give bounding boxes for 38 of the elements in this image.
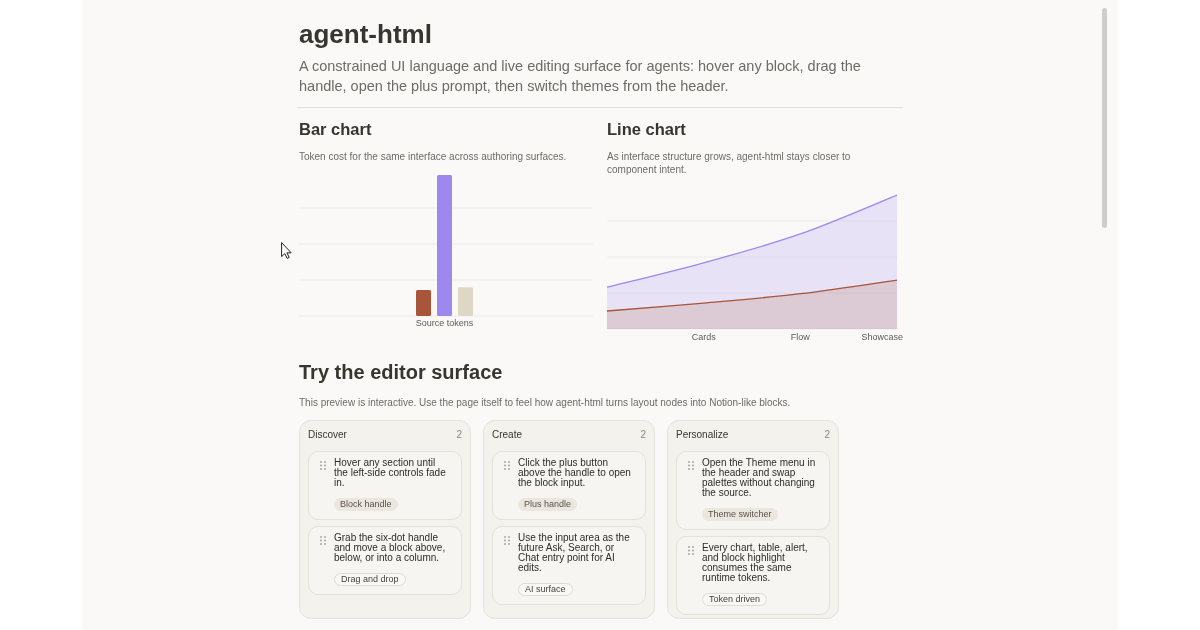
column-count: 2 <box>456 428 462 442</box>
section-heading: Try the editor surface <box>299 360 504 385</box>
page-subtitle: A constrained UI language and live editing surface for agents: hover any block, drag the handle, open the plus prompt, then switch themes from the header. <box>299 57 862 96</box>
drag-handle-icon[interactable] <box>504 536 510 545</box>
column-count: 2 <box>824 428 830 442</box>
page-title: agent-html <box>299 18 433 50</box>
axis-label: Cards <box>691 332 716 342</box>
column-title: Discover <box>308 428 347 442</box>
card-text: Open the Theme menu in the header and swap palettes without changing the source. <box>702 458 817 498</box>
tag: Theme switcher <box>702 508 778 521</box>
card-text: Use the input area as the future Ask, Search, or Chat entry point for AI edits. <box>518 533 631 573</box>
column-count: 2 <box>640 428 646 442</box>
tag: Drag and drop <box>334 573 406 586</box>
tag: AI surface <box>518 583 573 596</box>
chart-heading: Bar chart <box>299 119 373 140</box>
tag: Plus handle <box>518 498 578 511</box>
drag-handle-icon[interactable] <box>320 536 326 545</box>
column-title: Create <box>492 428 522 442</box>
scrollbar-thumb[interactable] <box>1102 8 1107 228</box>
tag: Block handle <box>334 498 398 511</box>
category-label: Source tokens <box>415 318 474 328</box>
card-text: Click the plus button above the handle to open the block input. <box>518 458 632 488</box>
drag-handle-icon[interactable] <box>688 461 694 470</box>
card-text: Hover any section until the left-side controls fade in. <box>334 458 447 488</box>
axis-label: Showcase <box>861 332 903 342</box>
drag-handle-icon[interactable] <box>504 461 510 470</box>
drag-handle-icon[interactable] <box>320 461 326 470</box>
chart-heading: Line chart <box>607 119 687 140</box>
card-text: Every chart, table, alert, and block highlight consumes the same runtime tokens. <box>702 543 809 583</box>
chart-description: As interface structure grows, agent-html stays closer to component intent. <box>607 150 852 176</box>
mouse-cursor-icon <box>281 242 292 259</box>
drag-handle-icon[interactable] <box>688 546 694 555</box>
tag: Token driven <box>702 593 768 606</box>
column-title: Personalize <box>676 428 729 442</box>
card-text: Grab the six-dot handle and move a block above, below, or into a column. <box>334 533 447 563</box>
axis-label: Flow <box>790 332 810 342</box>
chart-description: Token cost for the same interface across authoring surfaces. <box>299 150 568 163</box>
section-description: This preview is interactive. Use the page itself to feel how agent-html turns layout nodes into Notion-like blocks. <box>299 395 792 409</box>
